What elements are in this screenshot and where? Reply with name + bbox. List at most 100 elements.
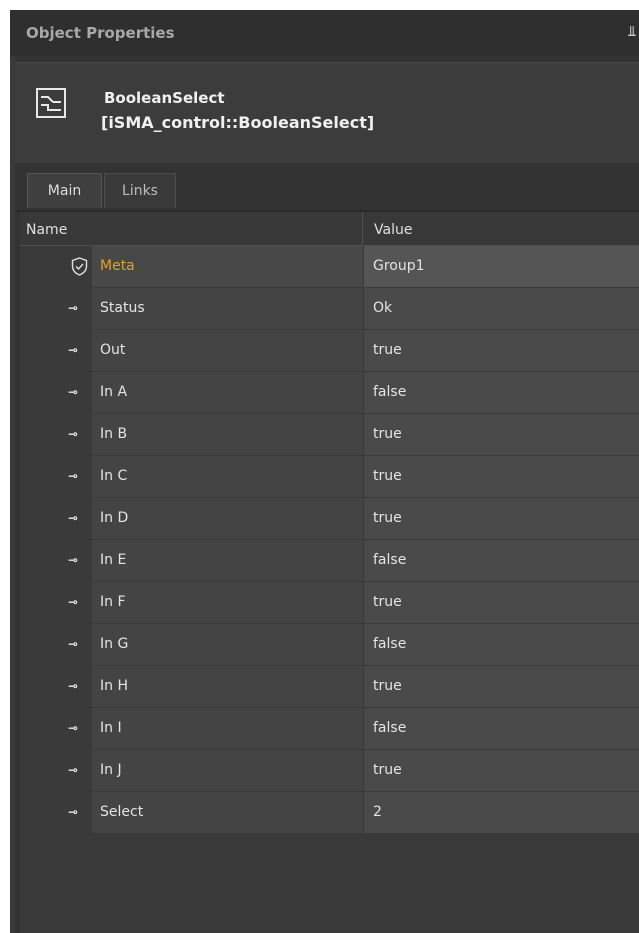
shield-icon <box>71 257 88 276</box>
slot-icon: ⊸ <box>68 511 78 525</box>
row-value-cell[interactable]: true <box>364 456 639 498</box>
column-header-name[interactable]: Name <box>20 212 363 246</box>
property-value: Group1 <box>373 258 425 274</box>
column-header-value[interactable]: Value <box>364 212 639 246</box>
property-value: 2 <box>373 804 382 820</box>
row-value-cell[interactable]: true <box>364 750 639 792</box>
property-row-in-e[interactable]: ⊸ In E false <box>20 540 639 582</box>
property-value: true <box>373 342 402 358</box>
property-value: false <box>373 384 407 400</box>
slot-icon: ⊸ <box>68 595 78 609</box>
row-name-cell: In F <box>92 582 363 624</box>
property-row-in-j[interactable]: ⊸ In J true <box>20 750 639 792</box>
slot-icon: ⊸ <box>68 427 78 441</box>
property-value: true <box>373 426 402 442</box>
component-icon <box>36 88 66 118</box>
property-row-select[interactable]: ⊸ Select 2 <box>20 792 639 834</box>
slot-icon: ⊸ <box>68 343 78 357</box>
row-icon-cell: ⊸ <box>20 792 92 833</box>
row-name-cell: In J <box>92 750 363 792</box>
property-value: false <box>373 552 407 568</box>
slot-icon: ⊸ <box>68 721 78 735</box>
row-value-cell[interactable]: Ok <box>364 288 639 330</box>
panel-titlebar: Object Properties ⫫ <box>10 10 639 56</box>
row-name-cell: In E <box>92 540 363 582</box>
property-name: In I <box>100 720 122 736</box>
row-value-cell[interactable]: true <box>364 330 639 372</box>
row-value-cell[interactable]: true <box>364 582 639 624</box>
row-icon-cell: ⊸ <box>20 750 92 791</box>
property-name: In F <box>100 594 126 610</box>
row-value-cell[interactable]: true <box>364 666 639 708</box>
panel-content: BooleanSelect [iSMA_control::BooleanSele… <box>15 56 639 933</box>
slot-icon: ⊸ <box>68 637 78 651</box>
row-name-cell: In G <box>92 624 363 666</box>
row-value-cell[interactable]: Group1 <box>364 246 639 288</box>
slot-icon: ⊸ <box>68 469 78 483</box>
row-name-cell: In H <box>92 666 363 708</box>
row-name-cell: In I <box>92 708 363 750</box>
property-value: false <box>373 636 407 652</box>
row-value-cell[interactable]: false <box>364 372 639 414</box>
property-value: false <box>373 720 407 736</box>
tab-main[interactable]: Main <box>27 173 102 208</box>
panel-title: Object Properties <box>26 24 175 42</box>
property-row-in-f[interactable]: ⊸ In F true <box>20 582 639 624</box>
property-row-in-h[interactable]: ⊸ In H true <box>20 666 639 708</box>
row-name-cell: In C <box>92 456 363 498</box>
row-name-cell: Select <box>92 792 363 834</box>
row-value-cell[interactable]: 2 <box>364 792 639 834</box>
property-value: true <box>373 468 402 484</box>
slot-icon: ⊸ <box>68 553 78 567</box>
tab-links[interactable]: Links <box>104 173 176 208</box>
component-type: [iSMA_control::BooleanSelect] <box>101 113 375 132</box>
row-value-cell[interactable]: false <box>364 624 639 666</box>
slot-icon: ⊸ <box>68 763 78 777</box>
row-value-cell[interactable]: false <box>364 708 639 750</box>
property-name: Status <box>100 300 145 316</box>
row-name-cell: In D <box>92 498 363 540</box>
property-row-in-b[interactable]: ⊸ In B true <box>20 414 639 456</box>
row-icon-cell: ⊸ <box>20 414 92 455</box>
row-icon-cell: ⊸ <box>20 624 92 665</box>
property-name: In B <box>100 426 128 442</box>
row-value-cell[interactable]: true <box>364 414 639 456</box>
property-name: In A <box>100 384 128 400</box>
property-row-in-c[interactable]: ⊸ In C true <box>20 456 639 498</box>
row-name-cell: In B <box>92 414 363 456</box>
row-value-cell[interactable]: false <box>364 540 639 582</box>
property-value: true <box>373 678 402 694</box>
property-name: In C <box>100 468 128 484</box>
property-name: In J <box>100 762 122 778</box>
property-name: Out <box>100 342 126 358</box>
property-value: true <box>373 762 402 778</box>
tab-strip: Main Links <box>15 170 639 212</box>
pin-icon[interactable]: ⫫ <box>628 24 636 40</box>
property-row-meta[interactable]: Meta Group1 <box>20 246 639 288</box>
row-name-cell: Meta <box>92 246 363 288</box>
row-icon-cell: ⊸ <box>20 288 92 329</box>
property-row-in-i[interactable]: ⊸ In I false <box>20 708 639 750</box>
row-value-cell[interactable]: true <box>364 498 639 540</box>
property-rows: Meta Group1 ⊸ Status Ok ⊸ Out true ⊸ In … <box>20 246 639 834</box>
property-row-in-g[interactable]: ⊸ In G false <box>20 624 639 666</box>
property-row-status[interactable]: ⊸ Status Ok <box>20 288 639 330</box>
row-icon-cell: ⊸ <box>20 498 92 539</box>
slot-icon: ⊸ <box>68 301 78 315</box>
property-row-out[interactable]: ⊸ Out true <box>20 330 639 372</box>
slot-icon: ⊸ <box>68 805 78 819</box>
row-name-cell: Status <box>92 288 363 330</box>
component-header: BooleanSelect [iSMA_control::BooleanSele… <box>15 62 639 163</box>
property-value: true <box>373 510 402 526</box>
object-properties-panel: Object Properties ⫫ BooleanSelect [iSMA_… <box>10 10 639 933</box>
property-row-in-d[interactable]: ⊸ In D true <box>20 498 639 540</box>
row-icon-cell: ⊸ <box>20 456 92 497</box>
property-row-in-a[interactable]: ⊸ In A false <box>20 372 639 414</box>
properties-table: Name Value Meta Group1 ⊸ Status Ok ⊸ Out… <box>20 212 639 933</box>
row-icon-cell: ⊸ <box>20 582 92 623</box>
row-icon-cell: ⊸ <box>20 540 92 581</box>
property-value: Ok <box>373 300 393 316</box>
row-name-cell: In A <box>92 372 363 414</box>
property-name: In H <box>100 678 128 694</box>
row-icon-cell <box>20 246 92 287</box>
